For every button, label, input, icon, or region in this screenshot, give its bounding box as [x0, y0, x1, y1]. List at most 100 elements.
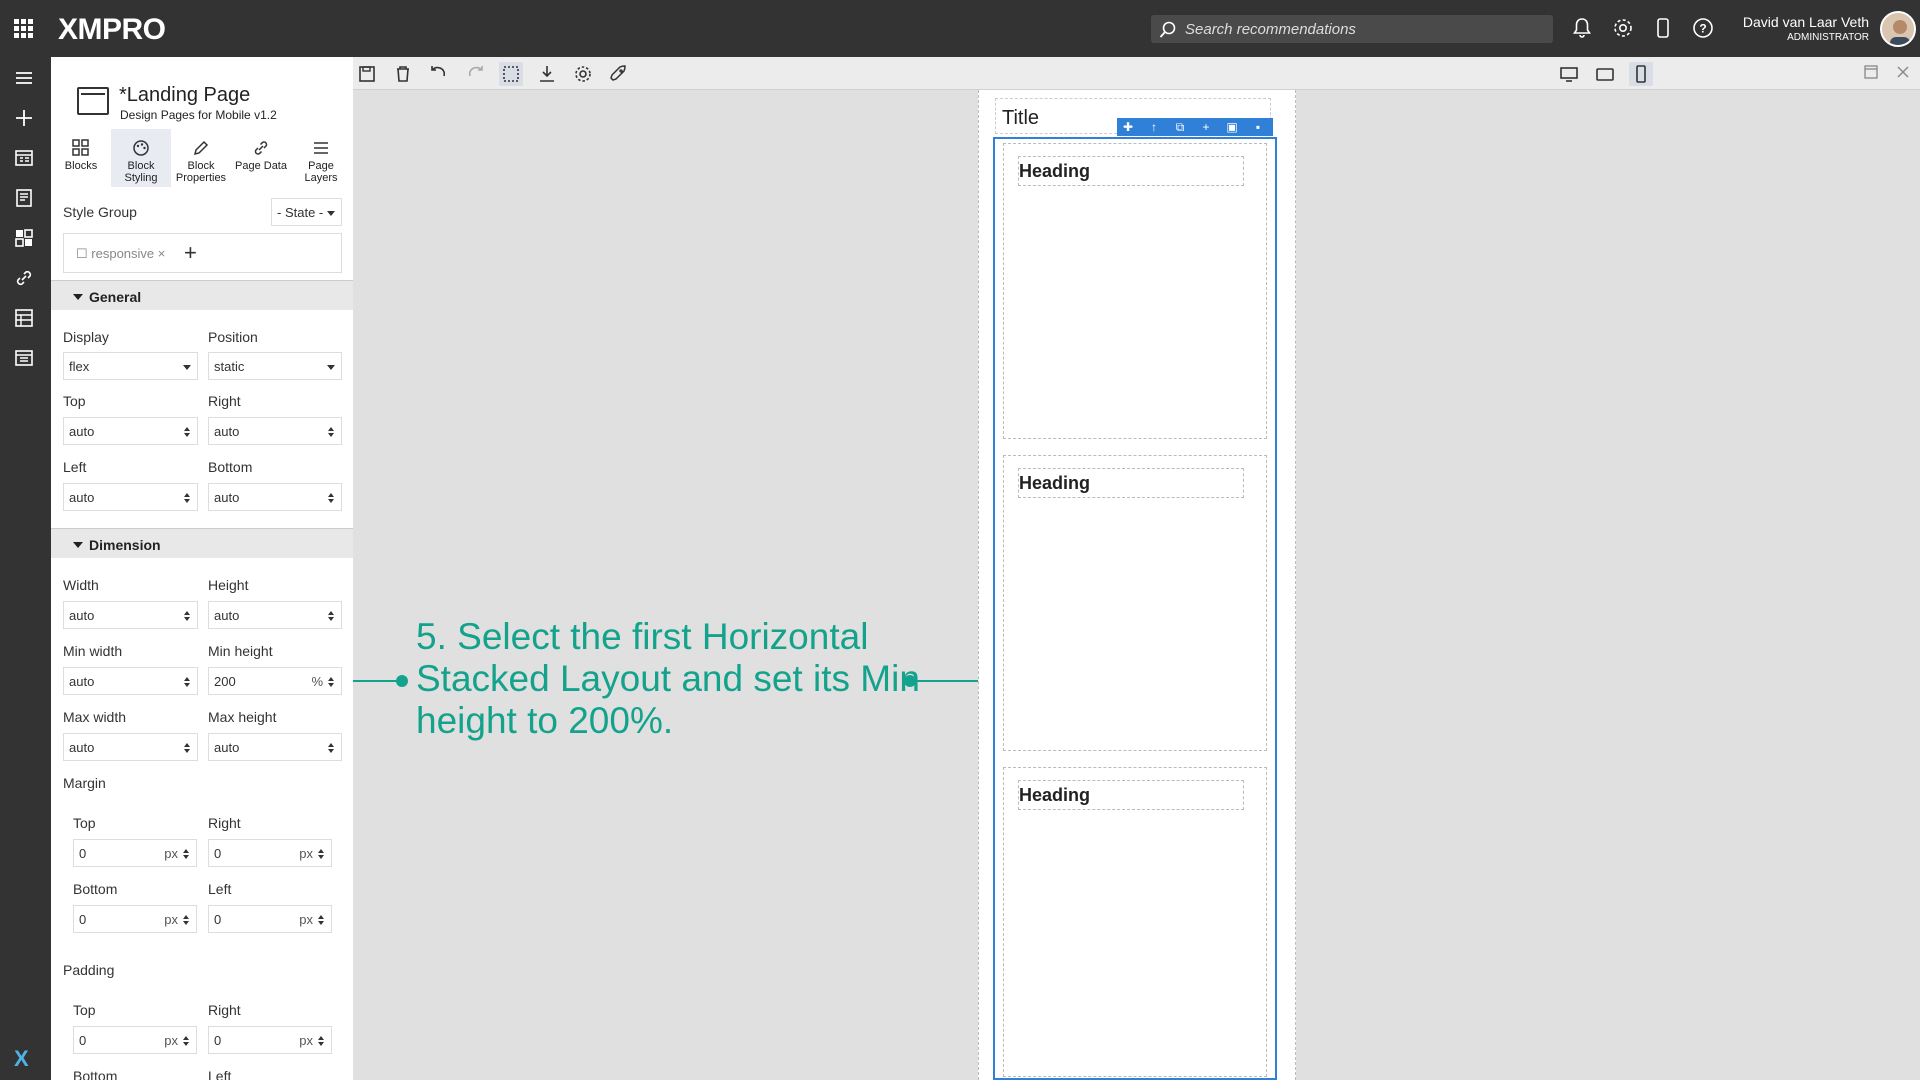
heading-block[interactable]: Heading [1018, 780, 1244, 810]
spinner-icon[interactable] [182, 1035, 190, 1047]
spinner-icon[interactable] [327, 492, 335, 504]
search-input[interactable]: Search recommendations [1151, 15, 1553, 43]
unit-label[interactable]: px [299, 846, 313, 861]
spinner-icon[interactable] [183, 676, 191, 688]
save-block-icon[interactable]: ▣ [1225, 120, 1239, 134]
max-width-input[interactable]: auto [63, 733, 198, 761]
delete-icon[interactable] [391, 62, 415, 86]
tablet-view-icon[interactable] [1593, 62, 1617, 86]
heading-block[interactable]: Heading [1018, 156, 1244, 186]
right-input[interactable]: auto [208, 417, 342, 445]
help-icon[interactable]: ? [1691, 16, 1715, 40]
horizontal-stacked-layout-selected[interactable]: Heading Heading Heading [993, 137, 1277, 1080]
padding-top-label: Top [73, 1002, 96, 1018]
spinner-icon[interactable] [327, 610, 335, 622]
height-input[interactable]: auto [208, 601, 342, 629]
unit-label[interactable]: px [299, 1033, 313, 1048]
select-outline-icon[interactable] [499, 62, 523, 86]
tab-block-properties[interactable]: Block Properties [171, 129, 231, 187]
display-select[interactable]: flex [63, 352, 198, 380]
spinner-icon[interactable] [183, 492, 191, 504]
add-block-icon[interactable]: + [1199, 120, 1213, 134]
padding-right-input[interactable]: 0 px [208, 1026, 332, 1054]
move-icon[interactable]: ✚ [1121, 120, 1135, 134]
bottom-input[interactable]: auto [208, 483, 342, 511]
spinner-icon[interactable] [327, 676, 335, 688]
settings-icon[interactable] [571, 62, 595, 86]
desktop-view-icon[interactable] [1557, 62, 1581, 86]
spinner-icon[interactable] [317, 1035, 325, 1047]
recommendations-icon[interactable] [12, 186, 36, 210]
unit-label[interactable]: px [164, 1033, 178, 1048]
spinner-icon[interactable] [317, 848, 325, 860]
menu-icon[interactable] [12, 66, 36, 90]
spinner-icon[interactable] [182, 914, 190, 926]
add-icon[interactable] [12, 106, 36, 130]
min-height-unit[interactable]: % [311, 674, 323, 689]
layout-column[interactable]: Heading [1003, 143, 1267, 439]
min-height-input[interactable]: 200% [208, 667, 342, 695]
mobile-page-preview: Title Heading Heading Heading ✚ ↑ ⧉ + ▣ … [978, 90, 1296, 1080]
select-parent-icon[interactable]: ↑ [1147, 120, 1161, 134]
spinner-icon[interactable] [183, 426, 191, 438]
redo-icon[interactable] [463, 62, 487, 86]
duplicate-icon[interactable]: ⧉ [1173, 120, 1187, 134]
close-icon[interactable] [1895, 64, 1911, 80]
margin-right-input[interactable]: 0 px [208, 839, 332, 867]
settings-page-icon[interactable] [12, 346, 36, 370]
unit-label[interactable]: px [299, 912, 313, 927]
width-input[interactable]: auto [63, 601, 198, 629]
bell-icon[interactable] [1570, 16, 1594, 40]
mobile-device-icon[interactable] [1651, 16, 1675, 40]
download-icon[interactable] [535, 62, 559, 86]
rocket-icon[interactable] [607, 62, 631, 86]
top-input[interactable]: auto [63, 417, 198, 445]
heading-block[interactable]: Heading [1018, 468, 1244, 498]
app-launcher-icon[interactable] [14, 19, 33, 38]
max-height-input[interactable]: auto [208, 733, 342, 761]
link-icon[interactable] [12, 266, 36, 290]
tab-blocks[interactable]: Blocks [51, 129, 111, 187]
margin-bottom-input[interactable]: 0 px [73, 905, 197, 933]
layout-column[interactable]: Heading [1003, 455, 1267, 751]
save-icon[interactable] [355, 62, 379, 86]
layout-column[interactable]: Heading [1003, 767, 1267, 1077]
delete-block-icon[interactable]: ▪ [1251, 120, 1265, 134]
avatar[interactable] [1880, 11, 1916, 47]
xmpro-logo[interactable]: XMPRO [58, 13, 166, 47]
dashboard-icon[interactable] [12, 226, 36, 250]
padding-top-input[interactable]: 0 px [73, 1026, 197, 1054]
spinner-icon[interactable] [327, 742, 335, 754]
undo-icon[interactable] [427, 62, 451, 86]
style-group-box[interactable]: ☐ responsive × + [63, 233, 342, 273]
dimension-section-header[interactable]: Dimension [51, 528, 353, 558]
bottom-label: Bottom [208, 459, 253, 475]
maximize-icon[interactable] [1863, 64, 1879, 80]
responsive-chip[interactable]: ☐ responsive × [76, 246, 165, 262]
tab-page-data[interactable]: Page Data [231, 129, 291, 187]
spinner-icon[interactable] [183, 610, 191, 622]
padding-bottom-label: Bottom [73, 1068, 118, 1080]
xmpro-x-logo[interactable]: X [14, 1046, 29, 1072]
add-style-icon[interactable]: + [184, 240, 197, 266]
spinner-icon[interactable] [183, 742, 191, 754]
spinner-icon[interactable] [182, 848, 190, 860]
margin-left-input[interactable]: 0 px [208, 905, 332, 933]
position-select[interactable]: static [208, 352, 342, 380]
general-section-header[interactable]: General [51, 280, 353, 310]
state-select[interactable]: - State - [271, 198, 342, 226]
spinner-icon[interactable] [317, 914, 325, 926]
mobile-view-icon[interactable] [1629, 62, 1653, 86]
gear-icon[interactable] [1611, 16, 1635, 40]
left-input[interactable]: auto [63, 483, 198, 511]
tab-block-styling[interactable]: Block Styling [111, 129, 171, 187]
tab-page-layers[interactable]: Page Layers [291, 129, 351, 187]
data-stream-icon[interactable] [12, 306, 36, 330]
user-name[interactable]: David van Laar Veth [1743, 14, 1869, 30]
spinner-icon[interactable] [327, 426, 335, 438]
unit-label[interactable]: px [164, 912, 178, 927]
apps-icon[interactable] [12, 146, 36, 170]
min-width-input[interactable]: auto [63, 667, 198, 695]
margin-top-input[interactable]: 0 px [73, 839, 197, 867]
unit-label[interactable]: px [164, 846, 178, 861]
